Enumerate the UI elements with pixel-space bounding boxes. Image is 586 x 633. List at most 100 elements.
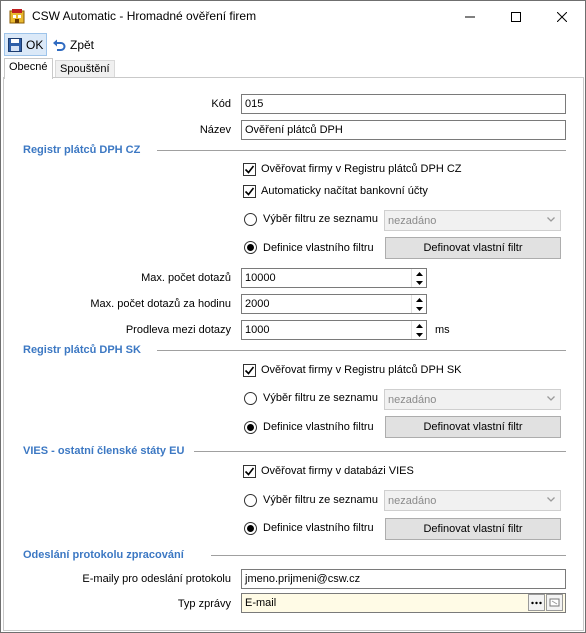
tab-spousteni[interactable]: Spouštění	[55, 60, 115, 78]
save-icon	[8, 37, 22, 52]
vies-filter-value: nezadáno	[388, 495, 437, 507]
max-per-hour-value: 2000	[245, 298, 270, 310]
vies-verify-checkbox[interactable]	[243, 465, 256, 478]
emails-label: E-maily pro odeslání protokolu	[82, 573, 231, 585]
clear-icon	[549, 598, 560, 607]
caret-down-icon	[415, 332, 423, 337]
vies-define-filter-button[interactable]: Definovat vlastní filtr	[385, 518, 561, 540]
ok-label: OK	[26, 37, 44, 52]
sk-verify-label: Ověřovat firmy v Registru plátců DPH SK	[261, 364, 462, 376]
msg-type-field[interactable]: E-mail	[241, 593, 566, 613]
toolbar: OK Zpět	[1, 32, 585, 57]
maximize-icon	[511, 11, 521, 22]
caret-up-icon	[415, 297, 423, 302]
spinner-up-button[interactable]	[412, 295, 426, 304]
sk-verify-checkbox[interactable]	[243, 364, 256, 377]
window-title: CSW Automatic - Hromadné ověření firem	[32, 9, 257, 23]
msg-type-value: E-mail	[245, 597, 277, 609]
cz-bank-label: Automaticky načítat bankovní účty	[261, 185, 428, 197]
cz-define-filter-button[interactable]: Definovat vlastní filtr	[385, 237, 561, 259]
vies-filter-select[interactable]: nezadáno	[384, 490, 561, 511]
section-header-cz: Registr plátců DPH CZ	[23, 144, 141, 156]
sk-filter-list-label: Výběr filtru ze seznamu	[263, 392, 378, 404]
vies-filter-list-label: Výběr filtru ze seznamu	[263, 494, 378, 506]
minimize-icon	[465, 16, 475, 17]
cz-custom-filter-radio[interactable]	[244, 241, 257, 254]
ok-button[interactable]: OK	[4, 33, 48, 56]
cz-custom-filter-label: Definice vlastního filtru	[263, 242, 374, 254]
vies-verify-label: Ověřovat firmy v databázi VIES	[261, 465, 414, 477]
checkmark-icon	[244, 366, 255, 375]
sk-custom-filter-label: Definice vlastního filtru	[263, 421, 374, 433]
caret-down-icon	[415, 280, 423, 285]
emails-field[interactable]: jmeno.prijmeni@csw.cz	[241, 569, 566, 589]
max-queries-label: Max. počet dotazů	[141, 272, 231, 284]
ellipsis-icon	[531, 601, 542, 604]
back-button[interactable]: Zpět	[48, 33, 98, 56]
kod-label: Kód	[211, 98, 231, 110]
msg-type-clear-button[interactable]	[546, 594, 563, 611]
vies-custom-filter-radio[interactable]	[244, 522, 257, 535]
sk-filter-select[interactable]: nezadáno	[384, 389, 561, 410]
minimize-button[interactable]	[447, 1, 493, 32]
checkmark-icon	[244, 467, 255, 476]
cz-filter-list-radio[interactable]	[244, 213, 257, 226]
sk-custom-filter-radio[interactable]	[244, 421, 257, 434]
section-divider	[194, 451, 566, 452]
cz-bank-checkbox[interactable]	[243, 185, 256, 198]
msg-type-browse-button[interactable]	[528, 594, 545, 611]
msg-type-label: Typ zprávy	[177, 598, 231, 610]
delay-field[interactable]: 1000	[241, 320, 427, 340]
cz-verify-label: Ověřovat firmy v Registru plátců DPH CZ	[261, 163, 462, 175]
spinner-buttons	[411, 321, 426, 339]
maximize-button[interactable]	[493, 1, 539, 32]
close-button[interactable]	[539, 1, 585, 32]
spinner-up-button[interactable]	[412, 269, 426, 278]
vies-filter-list-radio[interactable]	[244, 494, 257, 507]
sk-filter-list-radio[interactable]	[244, 392, 257, 405]
max-queries-field[interactable]: 10000	[241, 268, 427, 288]
undo-icon	[53, 39, 66, 51]
spinner-buttons	[411, 269, 426, 287]
max-queries-value: 10000	[245, 272, 276, 284]
chevron-down-icon	[547, 497, 555, 502]
caret-up-icon	[415, 271, 423, 276]
sk-define-filter-button[interactable]: Definovat vlastní filtr	[385, 416, 561, 438]
section-divider	[211, 555, 566, 556]
chevron-down-icon	[547, 217, 555, 222]
spinner-down-button[interactable]	[412, 304, 426, 313]
app-window: CSW Automatic - Hromadné ověření firem O…	[0, 0, 586, 633]
spinner-up-button[interactable]	[412, 321, 426, 330]
tab-obecne[interactable]: Obecné	[4, 58, 53, 79]
section-divider	[157, 350, 566, 351]
cz-filter-select[interactable]: nezadáno	[384, 210, 561, 231]
tab-strip: Obecné Spouštění	[1, 58, 585, 79]
section-header-sk: Registr plátců DPH SK	[23, 344, 141, 356]
max-per-hour-label: Max. počet dotazů za hodinu	[90, 298, 231, 310]
caret-up-icon	[415, 323, 423, 328]
section-divider	[157, 150, 566, 151]
nazev-label: Název	[199, 124, 231, 136]
cz-verify-checkbox[interactable]	[243, 163, 256, 176]
section-header-protocol: Odeslání protokolu zpracování	[23, 549, 184, 561]
chevron-down-icon	[547, 396, 555, 401]
checkmark-icon	[244, 187, 255, 196]
cz-filter-value: nezadáno	[388, 215, 437, 227]
close-icon	[557, 11, 567, 22]
nazev-field[interactable]: Ověření plátců DPH	[241, 120, 566, 140]
vies-custom-filter-label: Definice vlastního filtru	[263, 522, 374, 534]
max-per-hour-field[interactable]: 2000	[241, 294, 427, 314]
spinner-buttons	[411, 295, 426, 313]
app-icon	[9, 9, 25, 24]
back-label: Zpět	[70, 37, 95, 52]
spinner-down-button[interactable]	[412, 330, 426, 339]
spinner-down-button[interactable]	[412, 278, 426, 287]
section-header-vies: VIES - ostatní členské státy EU	[23, 445, 185, 457]
kod-field[interactable]: 015	[241, 94, 566, 114]
delay-value: 1000	[245, 324, 270, 336]
caret-down-icon	[415, 306, 423, 311]
cz-filter-list-label: Výběr filtru ze seznamu	[263, 213, 378, 225]
delay-label: Prodleva mezi dotazy	[125, 324, 231, 336]
title-bar: CSW Automatic - Hromadné ověření firem	[1, 1, 585, 32]
checkmark-icon	[244, 165, 255, 174]
